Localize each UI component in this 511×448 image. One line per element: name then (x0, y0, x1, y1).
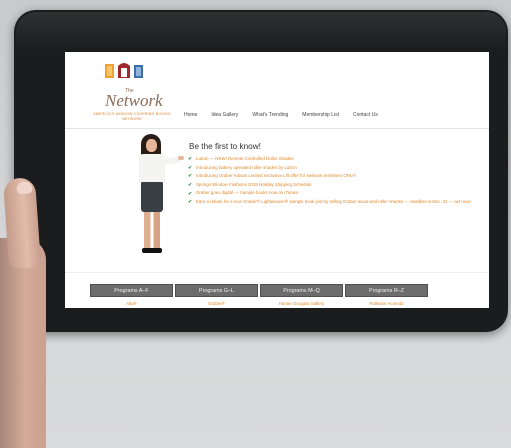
tab-programs-a-f[interactable]: Programs A–F (90, 284, 173, 297)
logo-wordmark: Network (105, 91, 163, 110)
tab-programs-m-q[interactable]: Programs M–Q (260, 284, 343, 297)
list-item[interactable]: ✔ Introducing Graber Artisan Limited excl… (188, 172, 471, 181)
program-sublinks: Alta® Graber® Hunter Douglas Gallery Rol… (90, 301, 428, 306)
header-divider (65, 128, 489, 129)
tablet-device: The Network AMERICA'S WINDOW COVERING BU… (14, 10, 508, 332)
sublink-hunter-douglas[interactable]: Hunter Douglas Gallery (260, 301, 343, 306)
list-item[interactable]: ✔ Earn a rebate for a new Graber® Lightwe… (188, 198, 471, 207)
sublink-rollease[interactable]: Rollease Acmeda (345, 301, 428, 306)
list-item[interactable]: ✔ Introducing battery operated roller sha… (188, 164, 471, 173)
nav-idea-gallery[interactable]: Idea Gallery (211, 112, 238, 118)
section-divider (65, 272, 489, 273)
check-icon: ✔ (188, 164, 193, 171)
nav-home[interactable]: Home (184, 112, 197, 118)
website-screen: The Network AMERICA'S WINDOW COVERING BU… (65, 52, 489, 308)
network-logo[interactable]: The Network AMERICA'S WINDOW COVERING BU… (91, 62, 171, 124)
nav-contact-us[interactable]: Contact Us (353, 112, 378, 118)
list-item[interactable]: ✔ Lutron — NEW! Remote-Controlled Roller … (188, 155, 471, 164)
program-tabs: Programs A–F Programs G–L Programs M–Q P… (90, 284, 428, 297)
main-nav: Home Idea Gallery What's Trending Member… (184, 112, 392, 118)
news-headline: Be the first to know! (189, 142, 261, 151)
nav-membership-list[interactable]: Membership List (302, 112, 339, 118)
check-icon: ✔ (188, 182, 193, 189)
sublink-alta[interactable]: Alta® (90, 301, 173, 306)
nav-whats-trending[interactable]: What's Trending (252, 112, 288, 118)
holding-hand-image (0, 176, 58, 448)
businesswoman-image (129, 134, 184, 256)
list-item[interactable]: ✔ Springs Window Fashions 2019 Holiday Sh… (188, 181, 471, 190)
check-icon: ✔ (188, 156, 193, 163)
photo-background: { "logo": {"the": "The", "name": "Networ… (0, 0, 511, 448)
logo-tagline: AMERICA'S WINDOW COVERING BUYING NETWORK (93, 112, 171, 121)
tab-programs-g-l[interactable]: Programs G–L (175, 284, 258, 297)
check-icon: ✔ (188, 199, 193, 206)
news-list: ✔ Lutron — NEW! Remote-Controlled Roller … (188, 155, 471, 207)
list-item[interactable]: ✔ Graber goes digital — Sample books now … (188, 189, 471, 198)
tab-programs-r-z[interactable]: Programs R–Z (345, 284, 428, 297)
check-icon: ✔ (188, 190, 193, 197)
check-icon: ✔ (188, 173, 193, 180)
sublink-graber[interactable]: Graber® (175, 301, 258, 306)
